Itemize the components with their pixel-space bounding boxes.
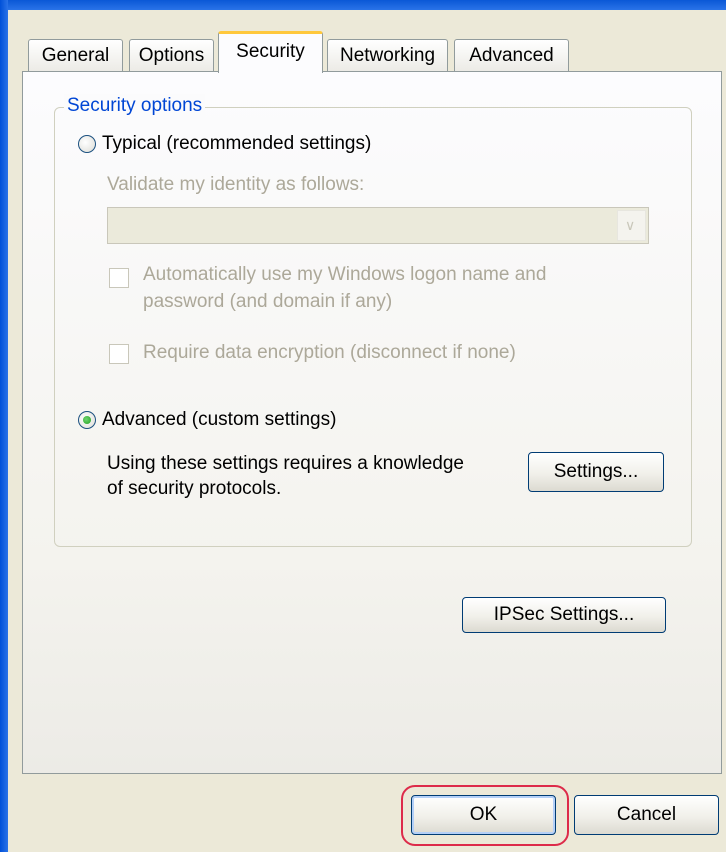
chevron-down-icon: ∨ xyxy=(625,217,636,233)
advanced-description-line1: Using these settings requires a knowledg… xyxy=(107,453,464,474)
validate-identity-label: Validate my identity as follows: xyxy=(107,174,365,195)
auto-logon-label-line1: Automatically use my Windows logon name … xyxy=(143,264,547,285)
tab-security[interactable]: Security xyxy=(218,31,323,73)
cancel-button[interactable]: Cancel xyxy=(574,795,719,835)
advanced-description-line2: of security protocols. xyxy=(107,478,282,499)
ipsec-settings-button[interactable]: IPSec Settings... xyxy=(462,597,666,633)
require-encryption-checkbox[interactable] xyxy=(109,344,129,364)
require-encryption-label: Require data encryption (disconnect if n… xyxy=(143,342,516,363)
advanced-radio-label[interactable]: Advanced (custom settings) xyxy=(102,408,336,432)
tab-advanced[interactable]: Advanced xyxy=(454,39,569,71)
settings-button[interactable]: Settings... xyxy=(528,452,664,492)
window-frame-left xyxy=(0,0,8,852)
window-frame-top xyxy=(0,0,726,10)
tab-networking[interactable]: Networking xyxy=(327,39,448,71)
ok-button[interactable]: OK xyxy=(411,795,556,835)
auto-logon-label-line2: password (and domain if any) xyxy=(143,291,393,312)
dropdown-button[interactable]: ∨ xyxy=(617,210,646,241)
typical-radio-label[interactable]: Typical (recommended settings) xyxy=(102,132,371,156)
auto-logon-checkbox[interactable] xyxy=(109,268,129,288)
tab-strip: General Options Security Networking Adva… xyxy=(28,31,588,73)
dialog-window: General Options Security Networking Adva… xyxy=(0,0,726,852)
security-options-label: Security options xyxy=(64,94,206,118)
tab-general[interactable]: General xyxy=(28,39,123,71)
tab-options[interactable]: Options xyxy=(129,39,214,71)
advanced-radio[interactable] xyxy=(78,411,96,429)
typical-radio[interactable] xyxy=(78,135,96,153)
identity-dropdown[interactable]: ∨ xyxy=(107,207,649,244)
